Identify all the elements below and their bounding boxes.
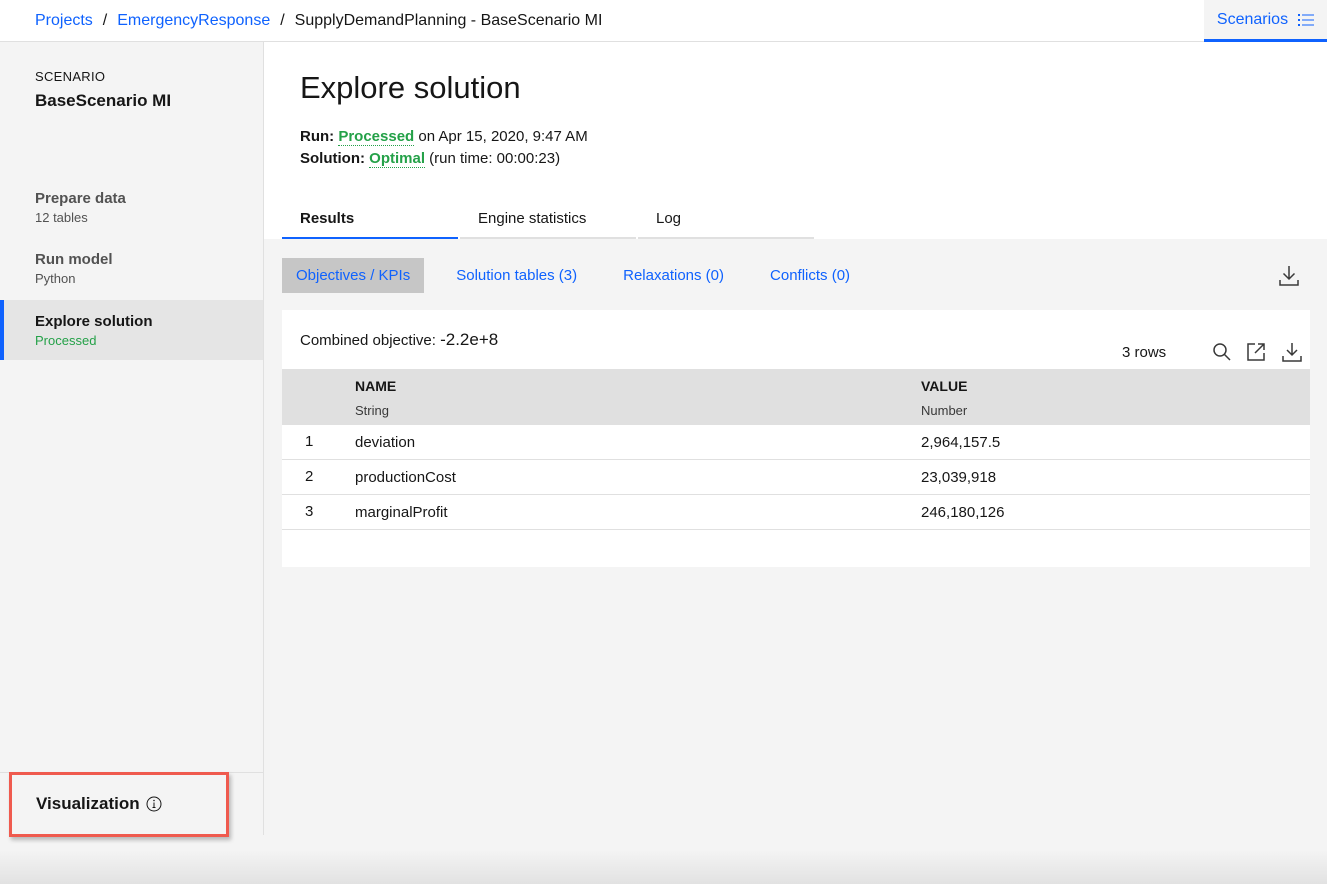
breadcrumb-emergencyresponse[interactable]: EmergencyResponse — [117, 12, 270, 30]
scenarios-button[interactable]: Scenarios — [1204, 0, 1327, 42]
open-external-icon[interactable] — [1246, 342, 1266, 362]
row-index: 3 — [305, 503, 314, 520]
column-type-value: Number — [921, 403, 968, 418]
search-icon[interactable] — [1212, 342, 1232, 362]
run-status-line: Run: Processed on Apr 15, 2020, 9:47 AM — [300, 128, 588, 146]
sidebar-item-label: Prepare data — [35, 190, 126, 207]
download-icon[interactable] — [1282, 342, 1302, 362]
row-name: productionCost — [355, 469, 456, 486]
tab-results[interactable]: Results — [282, 199, 458, 239]
visualization-highlight[interactable]: Visualization — [9, 772, 229, 837]
table-row[interactable]: 3 marginalProfit 246,180,126 — [282, 495, 1310, 530]
tab-log[interactable]: Log — [638, 199, 814, 239]
sidebar-item-explore-solution[interactable]: Explore solution Processed — [0, 300, 263, 360]
objectives-panel: Combined objective: -2.2e+8 3 rows NAME … — [282, 310, 1310, 567]
page-title: Explore solution — [300, 70, 521, 105]
visualization-item[interactable]: Visualization — [36, 794, 162, 814]
row-value: 2,964,157.5 — [921, 434, 1001, 451]
solution-status-link[interactable]: Optimal — [369, 150, 425, 168]
sidebar-item-prepare-data[interactable]: Prepare data 12 tables — [0, 184, 263, 244]
sidebar-item-sublabel: 12 tables — [35, 210, 88, 225]
column-header-value[interactable]: VALUE — [921, 378, 967, 394]
solution-status-line: Solution: Optimal (run time: 00:00:23) — [300, 150, 561, 168]
sidebar-item-sublabel: Processed — [35, 333, 97, 348]
bottom-shadow — [0, 850, 1327, 884]
row-name: marginalProfit — [355, 504, 448, 521]
row-index: 1 — [305, 433, 314, 450]
breadcrumb: Projects / EmergencyResponse / SupplyDem… — [35, 0, 602, 41]
sidebar-item-sublabel: Python — [35, 271, 76, 286]
sidebar: SCENARIO BaseScenario MI Prepare data 12… — [0, 42, 264, 837]
row-value: 23,039,918 — [921, 469, 997, 486]
list-icon — [1298, 13, 1315, 26]
subtab-solution-tables[interactable]: Solution tables (3) — [442, 258, 591, 293]
scenario-name: BaseScenario MI — [35, 91, 172, 110]
combined-objective: Combined objective: -2.2e+8 — [300, 330, 498, 350]
scenario-kicker: SCENARIO — [35, 69, 106, 84]
visualization-label: Visualization — [36, 794, 140, 813]
combined-objective-label: Combined objective: — [300, 332, 436, 349]
scenarios-label: Scenarios — [1216, 10, 1289, 28]
table-row[interactable]: 1 deviation 2,964,157.5 — [282, 425, 1310, 460]
result-tabs: Results Engine statistics Log — [282, 199, 816, 239]
row-value: 246,180,126 — [921, 504, 1005, 521]
subtab-objectives-kpis[interactable]: Objectives / KPIs — [282, 258, 425, 293]
breadcrumb-projects[interactable]: Projects — [35, 12, 93, 30]
info-icon[interactable] — [146, 796, 162, 812]
row-index: 2 — [305, 468, 314, 485]
run-label: Run: — [300, 128, 335, 145]
table-header: NAME String VALUE Number — [282, 369, 1310, 425]
row-count: 3 rows — [1122, 344, 1167, 361]
column-type-name: String — [355, 403, 389, 418]
sidebar-item-run-model[interactable]: Run model Python — [0, 245, 263, 305]
result-subtabs: Objectives / KPIs Solution tables (3) Re… — [282, 258, 864, 293]
download-icon[interactable] — [1279, 265, 1299, 286]
breadcrumb-separator: / — [280, 11, 285, 29]
subtab-conflicts[interactable]: Conflicts (0) — [756, 258, 864, 293]
solution-label: Solution: — [300, 150, 365, 167]
sidebar-item-label: Explore solution — [35, 313, 153, 330]
run-timestamp: on Apr 15, 2020, 9:47 AM — [418, 128, 588, 145]
subtab-relaxations[interactable]: Relaxations (0) — [609, 258, 738, 293]
sidebar-item-label: Run model — [35, 251, 113, 268]
row-name: deviation — [355, 434, 416, 451]
breadcrumb-current: SupplyDemandPlanning - BaseScenario MI — [294, 11, 603, 29]
solution-runtime: (run time: 00:00:23) — [429, 150, 561, 167]
table-row[interactable]: 2 productionCost 23,039,918 — [282, 460, 1310, 495]
tab-engine-statistics[interactable]: Engine statistics — [460, 199, 636, 239]
column-header-name[interactable]: NAME — [355, 378, 396, 394]
top-bar: Projects / EmergencyResponse / SupplyDem… — [0, 0, 1327, 42]
breadcrumb-separator: / — [102, 11, 108, 29]
run-status-link[interactable]: Processed — [338, 128, 415, 146]
combined-objective-value: -2.2e+8 — [440, 330, 499, 349]
